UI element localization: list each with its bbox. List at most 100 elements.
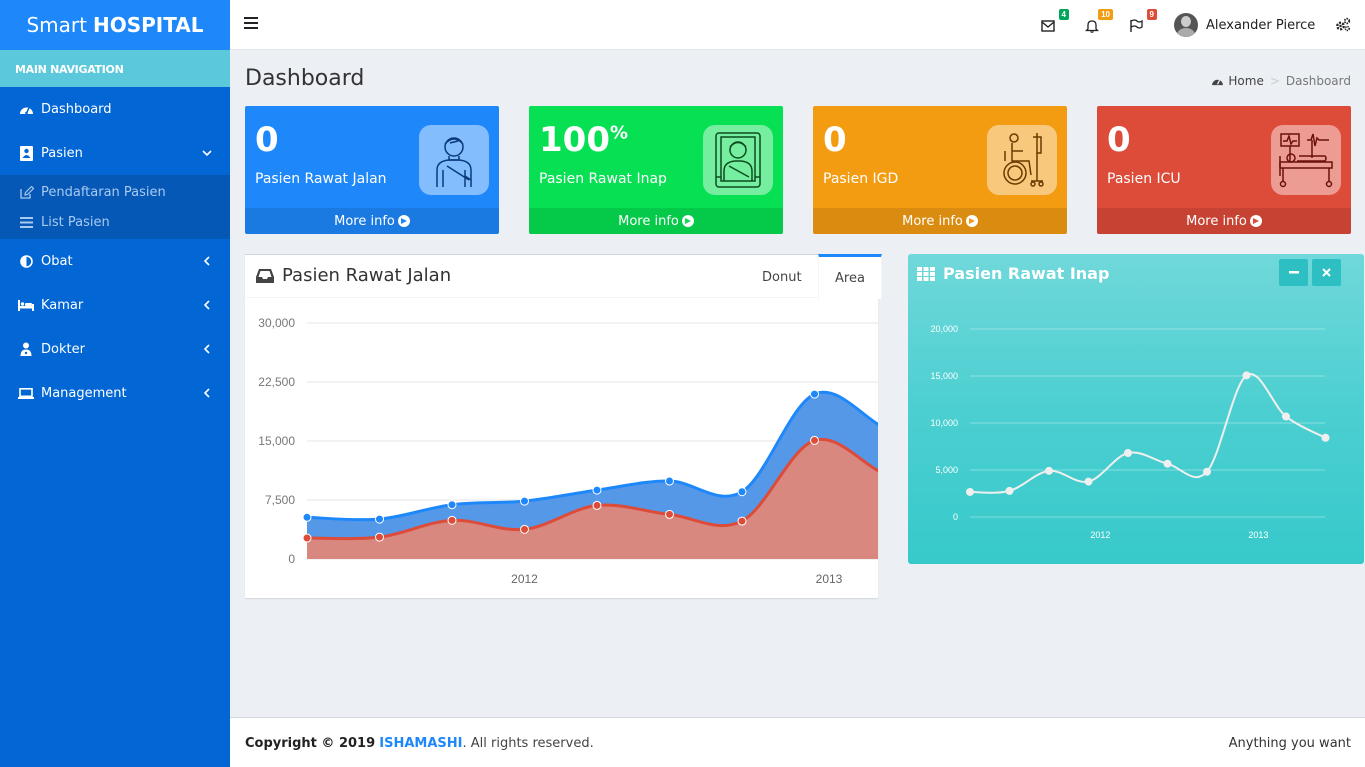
data-point <box>375 532 384 542</box>
tab-area[interactable]: Area <box>818 254 882 299</box>
info-box-igd: 0 Pasien IGD More info <box>813 106 1067 234</box>
edit-icon <box>20 185 36 199</box>
breadcrumb-separator: > <box>1269 74 1280 88</box>
data-point <box>375 514 384 524</box>
notifications-badge: 10 <box>1098 9 1113 20</box>
footer-right-text: Anything you want <box>1228 736 1351 751</box>
data-point <box>1203 467 1211 476</box>
grid-icon <box>917 266 935 281</box>
info-box-icu: 0 Pasien ICU More info <box>1097 106 1351 234</box>
y-tick-label: 15,000 <box>258 434 295 448</box>
sidebar-item-pasien[interactable]: Pasien <box>0 131 230 175</box>
y-tick-label: 20,000 <box>930 324 958 334</box>
messages-button[interactable]: 4 <box>1041 9 1069 36</box>
footer: Copyright © 2019 ISHAMASHI. All rights r… <box>230 717 1365 767</box>
more-info-link[interactable]: More info <box>1097 208 1351 234</box>
data-point <box>447 515 457 525</box>
data-point <box>592 485 602 495</box>
sidebar-header: MAIN NAVIGATION <box>0 50 230 87</box>
sidebar-item-dokter[interactable]: Dokter <box>0 327 230 371</box>
adjust-icon <box>18 253 34 269</box>
notifications-button[interactable]: 10 <box>1084 9 1113 36</box>
chevron-left-icon <box>203 388 210 398</box>
y-tick-label: 15,000 <box>930 371 958 381</box>
data-point <box>1163 459 1172 468</box>
data-point <box>1124 448 1132 457</box>
collapse-button[interactable] <box>1279 259 1308 286</box>
data-point <box>810 389 819 399</box>
close-icon <box>1322 268 1331 277</box>
submenu-item-label: Pendaftaran Pasien <box>41 184 166 200</box>
y-tick-label: 0 <box>288 552 295 566</box>
inpatient-icon <box>703 125 773 195</box>
y-tick-label: 5,000 <box>935 465 958 475</box>
top-navbar: 4 10 9 Alexander Pierce <box>230 0 1365 50</box>
dashboard-icon <box>18 101 34 117</box>
footer-copyright: Copyright © 2019 ISHAMASHI. All rights r… <box>245 736 594 751</box>
y-tick-label: 0 <box>953 512 958 522</box>
wheelchair-icon <box>987 125 1057 195</box>
envelope-icon <box>1041 20 1055 32</box>
y-tick-label: 10,000 <box>930 418 958 428</box>
data-point <box>1084 477 1093 486</box>
arrow-circle-right-icon <box>681 215 694 227</box>
breadcrumb: Home > Dashboard <box>1211 74 1351 88</box>
data-point <box>665 509 674 519</box>
x-tick-label: 2012 <box>511 572 538 586</box>
arrow-circle-right-icon <box>1249 215 1262 227</box>
close-button[interactable] <box>1312 259 1341 286</box>
patient-icon <box>18 145 34 161</box>
data-point <box>520 524 529 534</box>
sidebar: MAIN NAVIGATION Dashboard Pasien Pendaft… <box>0 50 230 767</box>
more-info-link[interactable]: More info <box>813 208 1067 234</box>
panel-header: Pasien Rawat Jalan Donut Area <box>245 254 882 299</box>
icu-bed-icon <box>1271 125 1341 195</box>
breadcrumb-home-link[interactable]: Home <box>1228 74 1263 88</box>
info-box-rawat-jalan: 0 Pasien Rawat Jalan More info <box>245 106 499 234</box>
data-point <box>447 500 457 510</box>
user-name: Alexander Pierce <box>1206 17 1316 33</box>
chevron-down-icon <box>202 150 212 157</box>
sidebar-toggle-icon[interactable] <box>244 17 258 31</box>
inbox-icon <box>256 268 274 283</box>
user-menu[interactable]: Alexander Pierce <box>1174 12 1315 38</box>
data-point <box>1005 486 1014 495</box>
series-line <box>969 372 1326 494</box>
info-box-label: Pasien Rawat Inap <box>539 171 667 187</box>
submenu-item-label: List Pasien <box>41 214 110 230</box>
tab-donut[interactable]: Donut <box>746 255 818 299</box>
line-chart: 20,000 15,000 10,000 5,000 0 2012 2013 <box>930 324 1330 540</box>
brand-logo[interactable]: Smart HOSPITAL <box>0 0 230 50</box>
submenu-item-pendaftaran[interactable]: Pendaftaran Pasien <box>0 177 230 207</box>
bell-icon <box>1084 20 1100 33</box>
data-point <box>520 496 529 506</box>
data-point <box>810 435 819 445</box>
data-point <box>1045 466 1053 475</box>
tasks-button[interactable]: 9 <box>1129 9 1157 36</box>
rawat-inap-panel: Pasien Rawat Inap 20,000 15,000 10,000 5,00… <box>908 254 1364 564</box>
breadcrumb-current: Dashboard <box>1285 74 1351 88</box>
info-box-value: 0 <box>823 120 847 160</box>
arrow-circle-right-icon <box>397 215 410 227</box>
data-point <box>1282 412 1290 421</box>
sidebar-item-kamar[interactable]: Kamar <box>0 283 230 327</box>
company-link[interactable]: ISHAMASHI <box>379 736 462 751</box>
sidebar-item-label: Obat <box>41 253 73 269</box>
more-info-link[interactable]: More info <box>529 208 783 234</box>
flag-icon <box>1130 19 1143 32</box>
sidebar-item-management[interactable]: Management <box>0 371 230 415</box>
sidebar-item-obat[interactable]: Obat <box>0 239 230 283</box>
data-point <box>1242 371 1251 380</box>
sidebar-item-dashboard[interactable]: Dashboard <box>0 87 230 131</box>
page-title: Dashboard <box>245 66 365 91</box>
data-point <box>665 476 674 486</box>
panel-title: Pasien Rawat Jalan <box>256 265 451 286</box>
tasks-badge: 9 <box>1146 9 1157 20</box>
arrow-circle-right-icon <box>965 215 978 227</box>
submenu-item-list-pasien[interactable]: List Pasien <box>0 207 230 237</box>
y-tick-label: 30,000 <box>258 316 295 330</box>
control-sidebar-toggle[interactable] <box>1335 17 1351 35</box>
data-point <box>1321 433 1330 442</box>
more-info-link[interactable]: More info <box>245 208 499 234</box>
sidebar-item-label: Pasien <box>41 145 83 161</box>
